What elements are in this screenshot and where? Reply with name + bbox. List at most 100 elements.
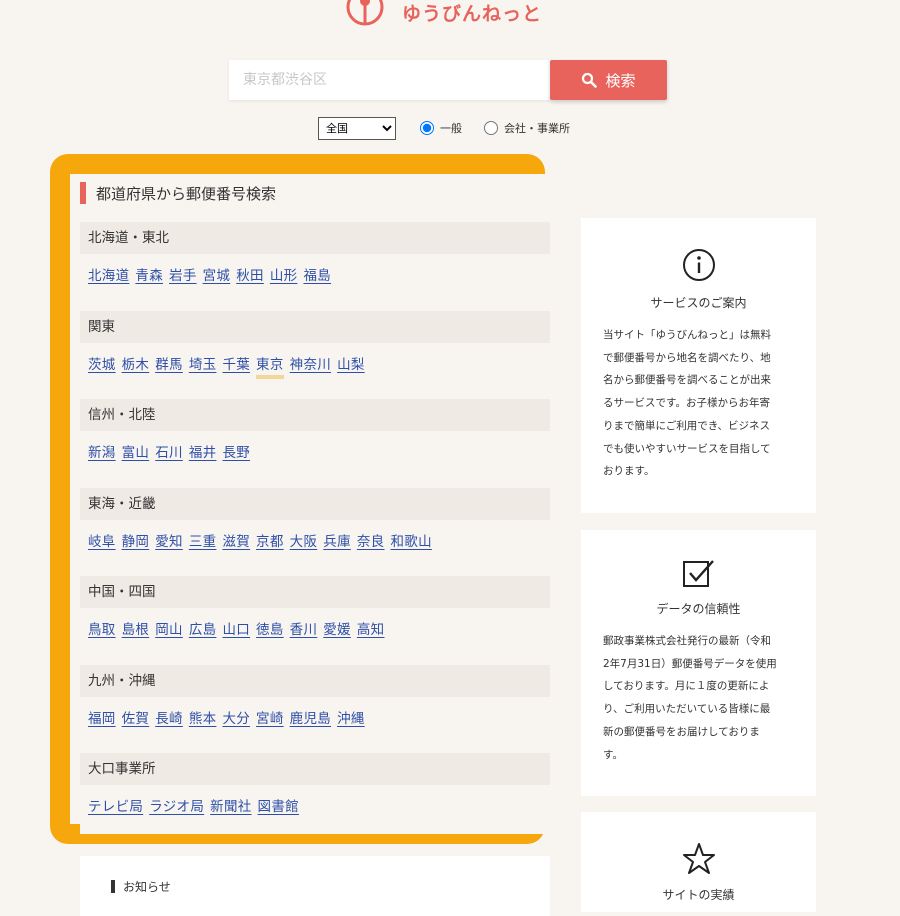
search-bar: 検索 [229, 60, 667, 100]
notice-title: お知らせ [111, 878, 171, 895]
prefecture-links: 鳥取 島根 岡山 広島 山口 徳島 香川 愛媛 高知 [88, 618, 390, 640]
prefecture-link[interactable]: 大阪 [290, 530, 318, 550]
prefecture-link[interactable]: 石川 [155, 441, 183, 461]
region-header: 中国・四国 [80, 576, 550, 608]
service-body-line: 当サイト「ゆうびんねっと」は無料 [603, 329, 771, 341]
radio-general-input[interactable] [420, 121, 434, 135]
service-body: 当サイト「ゆうびんねっと」は無料 で郵便番号から地名を調べたり、地 名から郵便番号を… [603, 324, 793, 483]
prefecture-link[interactable]: 兵庫 [323, 530, 351, 550]
radio-company[interactable]: 会社・事業所 [484, 120, 570, 136]
achievements-title: サイトの実績 [662, 888, 735, 902]
reliability-body-line: り、ご利用いただいている皆様に最 [603, 703, 771, 716]
prefecture-link[interactable]: 佐賀 [122, 707, 150, 727]
service-title: サービスのご案内 [650, 296, 747, 310]
prefecture-link[interactable]: 鳥取 [88, 618, 116, 638]
prefecture-link[interactable]: 岩手 [169, 264, 197, 284]
search-button[interactable]: 検索 [550, 60, 667, 100]
prefecture-link[interactable]: 山形 [270, 264, 298, 284]
prefecture-link[interactable]: 青森 [135, 264, 163, 284]
prefecture-link[interactable]: 鹿児島 [290, 707, 331, 727]
prefecture-link[interactable]: 静岡 [122, 530, 150, 550]
search-icon [582, 72, 598, 88]
logo-text: ゆうびんねっと [402, 2, 543, 25]
prefecture-links: 福岡 佐賀 長崎 熊本 大分 宮崎 鹿児島 沖縄 [88, 707, 371, 729]
prefecture-link[interactable]: 宮崎 [256, 707, 284, 727]
prefecture-link[interactable]: 愛媛 [323, 618, 351, 638]
prefecture-link[interactable]: 図書館 [258, 795, 299, 815]
prefecture-link[interactable]: 徳島 [256, 618, 284, 638]
prefecture-link[interactable]: 神奈川 [290, 353, 331, 373]
prefecture-link[interactable]: 愛知 [155, 530, 183, 550]
search-input[interactable] [229, 60, 550, 100]
radio-general[interactable]: 一般 [420, 120, 462, 136]
prefecture-link[interactable]: 新聞社 [210, 795, 251, 815]
service-body-line: で郵便番号から地名を調べたり、地 [603, 351, 771, 364]
prefecture-links: 岐阜 静岡 愛知 三重 滋賀 京都 大阪 兵庫 奈良 和歌山 [88, 530, 438, 552]
prefecture-link[interactable]: 新潟 [88, 441, 116, 461]
prefecture-link[interactable]: 三重 [189, 530, 217, 550]
logo-mark-icon [346, 0, 384, 26]
prefecture-link[interactable]: 京都 [256, 530, 284, 550]
prefecture-link[interactable]: 茨城 [88, 353, 116, 373]
prefecture-link[interactable]: テレビ局 [88, 795, 143, 815]
prefecture-links: テレビ局 ラジオ局 新聞社 図書館 [88, 795, 305, 817]
prefecture-links: 茨城 栃木 群馬 埼玉 千葉 東京 神奈川 山梨 [88, 353, 371, 379]
prefecture-link[interactable]: 福井 [189, 441, 217, 461]
prefecture-link[interactable]: 栃木 [122, 353, 150, 373]
search-button-label: 検索 [605, 71, 636, 90]
achievements-card: サイトの実績 [581, 812, 816, 912]
prefecture-link[interactable]: 千葉 [222, 353, 250, 373]
prefecture-link[interactable]: 沖縄 [337, 707, 365, 727]
notice-accent-bar [111, 880, 115, 893]
prefecture-link[interactable]: 福岡 [88, 707, 116, 727]
service-body-line: りまで簡単にご利用でき、ビジネス [603, 419, 771, 432]
prefecture-link[interactable]: 埼玉 [189, 353, 217, 373]
reliability-body-line: 2年7月31日）郵便番号データを使用 [603, 657, 777, 670]
radio-company-input[interactable] [484, 121, 498, 135]
prefecture-link[interactable]: 奈良 [357, 530, 385, 550]
prefecture-link[interactable]: 島根 [122, 618, 150, 638]
radio-general-label: 一般 [440, 122, 462, 135]
prefecture-link[interactable]: 長野 [222, 441, 250, 461]
prefecture-link[interactable]: 秋田 [236, 264, 264, 284]
prefecture-link[interactable]: 岡山 [155, 618, 183, 638]
prefecture-link[interactable]: 高知 [357, 618, 385, 638]
prefecture-link[interactable]: 山口 [222, 618, 250, 638]
prefecture-link[interactable]: 滋賀 [222, 530, 250, 550]
region-header: 信州・北陸 [80, 399, 550, 431]
prefecture-link[interactable]: 宮城 [203, 264, 231, 284]
prefecture-link[interactable]: 和歌山 [390, 530, 431, 550]
prefecture-link[interactable]: 北海道 [88, 264, 129, 284]
search-options: 全国 一般 会社・事業所 [318, 116, 570, 140]
info-icon [682, 249, 715, 281]
prefecture-link[interactable]: 群馬 [155, 353, 183, 373]
region-header: 関東 [80, 310, 550, 343]
prefecture-link[interactable]: 福島 [303, 264, 331, 284]
prefecture-link[interactable]: ラジオ局 [149, 795, 204, 815]
region-header: 大口事業所 [80, 753, 550, 785]
reliability-title: データの信頼性 [656, 602, 741, 616]
prefecture-link[interactable]: 香川 [290, 618, 318, 638]
prefecture-link[interactable]: 熊本 [189, 707, 217, 727]
radio-company-label: 会社・事業所 [504, 122, 570, 135]
panel-title-text: 都道府県から郵便番号検索 [96, 184, 277, 203]
prefecture-links: 新潟 富山 石川 福井 長野 [88, 441, 256, 463]
reliability-body-line: す。 [603, 748, 623, 761]
area-select[interactable]: 全国 [318, 116, 396, 140]
prefecture-link[interactable]: 岐阜 [88, 530, 116, 550]
site-logo[interactable]: ゆうびんねっと [346, 0, 542, 32]
prefecture-link[interactable]: 大分 [222, 707, 250, 727]
prefecture-link[interactable]: 東京 [256, 353, 284, 379]
prefecture-link[interactable]: 広島 [189, 618, 217, 638]
service-card: サービスのご案内 当サイト「ゆうびんねっと」は無料 で郵便番号から地名を調べたり、… [581, 218, 816, 513]
checkbox-icon [682, 560, 714, 587]
service-body-line: でも使いやすいサービスを目指して [603, 442, 771, 455]
prefecture-link[interactable]: 山梨 [337, 353, 365, 373]
star-icon [682, 843, 715, 874]
prefecture-links: 北海道 青森 岩手 宮城 秋田 山形 福島 [88, 264, 337, 286]
prefecture-link[interactable]: 長崎 [155, 707, 183, 727]
prefecture-link[interactable]: 富山 [122, 441, 150, 461]
region-header: 北海道・東北 [80, 222, 550, 254]
reliability-card: データの信頼性 郵政事業株式会社発行の最新（令和 2年7月31日）郵便番号データを… [581, 530, 816, 796]
region-header: 東海・近畿 [80, 487, 550, 520]
